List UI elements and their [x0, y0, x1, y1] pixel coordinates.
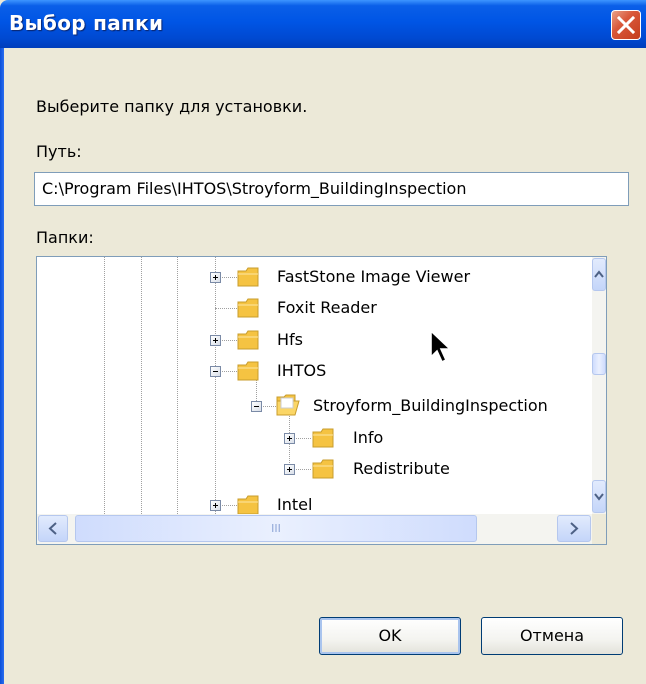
tree-item-ihtos[interactable]: IHTOS — [277, 361, 326, 381]
folder-icon — [237, 298, 259, 318]
window-title: Выбор папки — [9, 11, 164, 35]
expand-button[interactable] — [210, 272, 221, 283]
path-label: Путь: — [36, 142, 82, 161]
title-bar[interactable]: Выбор папки — [0, 0, 646, 48]
tree-item-stroyform[interactable]: Stroyform_BuildingInspection — [313, 396, 548, 416]
chevron-left-icon — [48, 522, 57, 535]
collapse-button[interactable] — [251, 401, 262, 412]
close-icon — [617, 16, 635, 34]
cancel-button[interactable]: Отмена — [481, 617, 623, 655]
tree-item-intel[interactable]: Intel — [277, 495, 312, 514]
horizontal-scrollbar[interactable]: III — [37, 514, 592, 544]
folder-tree[interactable]: FastStone Image Viewer Foxit Reader Hfs … — [36, 256, 607, 545]
expand-button[interactable] — [284, 433, 295, 444]
collapse-button[interactable] — [210, 366, 221, 377]
expand-button[interactable] — [210, 500, 221, 511]
tree-item-redistribute[interactable]: Redistribute — [353, 459, 450, 479]
prompt-text: Выберите папку для установки. — [36, 97, 308, 116]
scroll-right-button[interactable] — [557, 515, 591, 542]
window-frame — [0, 48, 4, 684]
close-button[interactable] — [611, 10, 641, 40]
folders-label: Папки: — [36, 228, 94, 247]
folder-icon — [237, 330, 259, 350]
scroll-thumb[interactable] — [592, 353, 606, 375]
expand-button[interactable] — [210, 335, 221, 346]
folder-icon — [237, 267, 259, 287]
tree-item-foxit[interactable]: Foxit Reader — [277, 298, 377, 318]
folder-icon — [312, 459, 334, 479]
scroll-up-button[interactable] — [592, 258, 606, 291]
mouse-cursor-icon — [430, 329, 453, 364]
path-input[interactable]: C:\Program Files\IHTOS\Stroyform_Buildin… — [34, 172, 629, 206]
folder-icon — [237, 495, 259, 514]
scrollbar-corner — [592, 514, 606, 544]
ok-button[interactable]: OK — [319, 617, 461, 655]
folder-tree-content: FastStone Image Viewer Foxit Reader Hfs … — [37, 257, 592, 514]
chevron-up-icon — [594, 270, 604, 278]
tree-item-hfs[interactable]: Hfs — [277, 330, 303, 350]
scroll-down-button[interactable] — [592, 480, 606, 513]
expand-button[interactable] — [284, 464, 295, 475]
vertical-scrollbar[interactable] — [592, 257, 606, 514]
scroll-left-button[interactable] — [38, 515, 68, 542]
horizontal-scroll-thumb[interactable]: III — [75, 515, 477, 542]
tree-item-faststone[interactable]: FastStone Image Viewer — [277, 267, 470, 287]
open-folder-icon — [276, 394, 300, 416]
chevron-down-icon — [594, 493, 604, 501]
tree-item-info[interactable]: Info — [353, 428, 383, 448]
folder-icon — [237, 361, 259, 381]
folder-icon — [312, 428, 334, 448]
chevron-right-icon — [570, 522, 579, 535]
